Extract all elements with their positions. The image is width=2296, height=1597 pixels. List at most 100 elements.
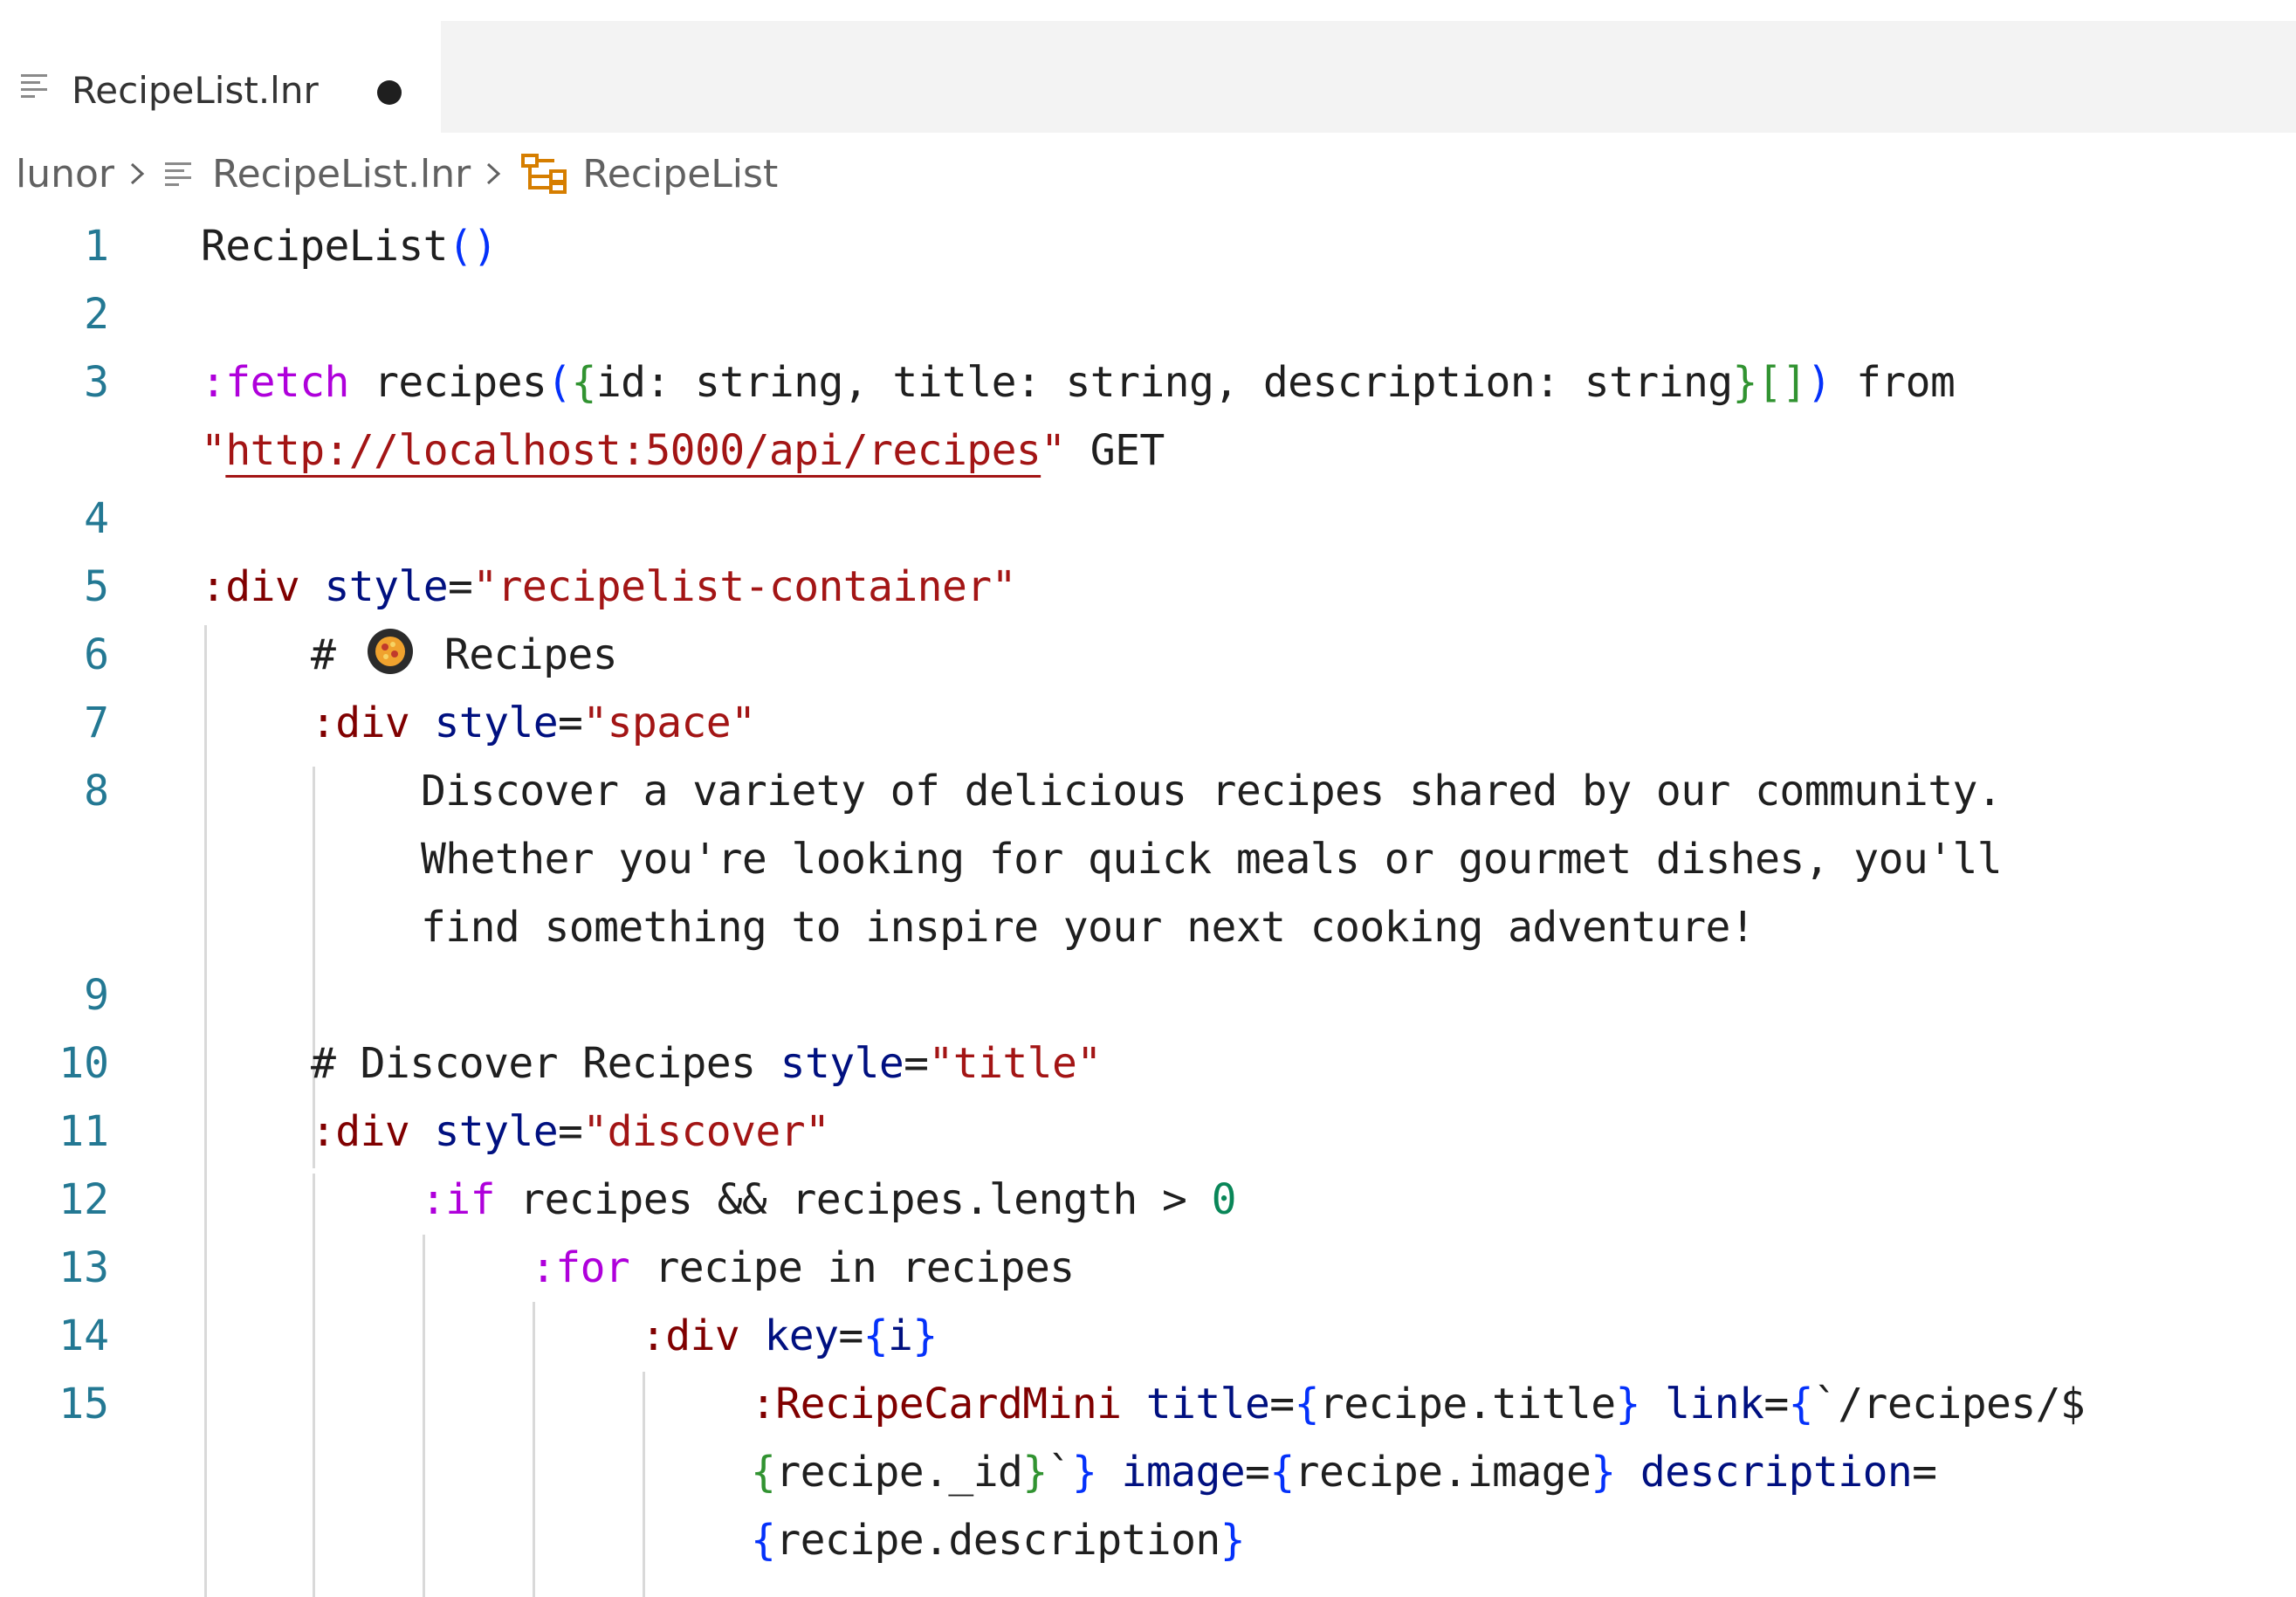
token: = [904, 1039, 929, 1088]
tab-recipelist[interactable]: RecipeList.lnr [0, 21, 441, 133]
tab-bar-empty-area [441, 21, 2296, 133]
code-line-15-wrap-2[interactable]: {recipe.description} [751, 1506, 1246, 1574]
token: id: string, title: string, description: … [595, 358, 1733, 407]
cooking-pan-emoji [367, 629, 413, 674]
token: recipe.title [1318, 1380, 1616, 1428]
token: = [1245, 1448, 1270, 1497]
indent-guide [643, 1372, 645, 1597]
code-line-15-wrap-1[interactable]: {recipe._id}`} image={recipe.image} desc… [751, 1438, 1937, 1506]
token: "recipelist-container" [472, 562, 1016, 611]
token: { [571, 358, 597, 407]
token: recipe.description [775, 1516, 1220, 1565]
token: } [912, 1311, 938, 1360]
code-line-3[interactable]: :fetch recipes({id: string, title: strin… [201, 348, 1956, 416]
token: ` [1047, 1448, 1073, 1497]
line-number: 3 [84, 358, 109, 407]
unsaved-dot-icon[interactable] [377, 80, 402, 105]
code-editor[interactable]: 1 2 3 4 5 6 7 8 9 10 11 12 13 14 15 Reci… [0, 206, 2296, 1597]
code-line-8-wrap-2[interactable]: find something to inspire your next cook… [421, 893, 1756, 961]
token: Recipes [419, 630, 618, 679]
indent-guide [313, 1174, 315, 1597]
code-line-10[interactable]: # Discover Recipes style="title" [311, 1029, 1102, 1098]
code-line-7[interactable]: :div style="space" [311, 689, 756, 757]
tab-label: RecipeList.lnr [72, 69, 319, 112]
token: image [1096, 1448, 1246, 1497]
code-line-8-wrap-1[interactable]: Whether you're looking for quick meals o… [421, 825, 2003, 893]
url-link[interactable]: http://localhost:5000/api/recipes [225, 426, 1041, 475]
token: :div [641, 1311, 740, 1360]
file-lines-icon [165, 162, 192, 186]
token: ) [1806, 358, 1832, 407]
tab-bar: RecipeList.lnr [0, 0, 2296, 133]
token: :div [311, 699, 410, 747]
token: { [1788, 1380, 1814, 1428]
token: { [863, 1311, 889, 1360]
code-line-15[interactable]: :RecipeCardMini title={recipe.title} lin… [751, 1370, 2086, 1438]
token: key [739, 1311, 840, 1360]
line-number: 14 [58, 1311, 109, 1360]
indent-guide [533, 1302, 535, 1597]
token: { [1269, 1448, 1295, 1497]
token: } [1615, 1380, 1641, 1428]
code-line-8[interactable]: Discover a variety of delicious recipes … [421, 757, 2003, 825]
token: recipe._id [775, 1448, 1023, 1497]
token: = [558, 1107, 583, 1156]
token: "discover" [582, 1107, 830, 1156]
token: 0 [1211, 1175, 1237, 1224]
token: # [311, 630, 361, 679]
symbol-class-icon [521, 154, 567, 194]
token: = [1269, 1380, 1295, 1428]
code-line-13[interactable]: :for recipe in recipes [531, 1234, 1075, 1302]
token: recipes && recipes.length > [494, 1175, 1212, 1224]
indent-guide [423, 1235, 425, 1597]
line-number: 9 [84, 971, 109, 1020]
code-line-3-wrap[interactable]: "http://localhost:5000/api/recipes" GET [201, 416, 1165, 485]
line-number: 2 [84, 290, 109, 339]
code-line-12[interactable]: :if recipes && recipes.length > 0 [421, 1166, 1236, 1234]
code-line-14[interactable]: :div key={i} [641, 1302, 938, 1370]
token: { [1294, 1380, 1320, 1428]
token: " [201, 426, 226, 475]
breadcrumb-file[interactable]: RecipeList.lnr [212, 152, 471, 196]
breadcrumb-symbol[interactable]: RecipeList [582, 152, 778, 196]
token: :fetch [201, 358, 349, 407]
token: } [1732, 358, 1758, 407]
line-number: 12 [58, 1175, 109, 1224]
breadcrumb: lunor RecipeList.lnr RecipeList [16, 147, 778, 201]
code-line-11[interactable]: :div style="discover" [311, 1098, 830, 1166]
token: [] [1756, 358, 1807, 407]
line-number: 10 [58, 1039, 109, 1088]
token: = [1763, 1380, 1789, 1428]
chevron-right-icon [131, 162, 145, 185]
token: "space" [582, 699, 756, 747]
code-line-1[interactable]: RecipeList() [201, 212, 498, 280]
token: = [448, 562, 473, 611]
token: i [888, 1311, 913, 1360]
file-lines-icon [21, 74, 47, 98]
token: } [1022, 1448, 1048, 1497]
token: recipe in recipes [629, 1243, 1076, 1292]
code-line-6[interactable]: # Recipes [311, 621, 618, 689]
line-number: 8 [84, 767, 109, 816]
token: style [409, 1107, 559, 1156]
chevron-right-icon [487, 162, 501, 185]
line-number: 1 [84, 222, 109, 271]
token: } [1071, 1448, 1097, 1497]
code-line-5[interactable]: :div style="recipelist-container" [201, 553, 1016, 621]
token: :div [311, 1107, 410, 1156]
token: recipe.image [1294, 1448, 1591, 1497]
token: recipes [348, 358, 547, 407]
breadcrumb-root[interactable]: lunor [16, 152, 114, 196]
token: { [751, 1516, 776, 1565]
token: # Discover Recipes [311, 1039, 780, 1088]
token: RecipeList [201, 222, 449, 271]
token: ( [547, 358, 572, 407]
line-number: 7 [84, 699, 109, 747]
token: :RecipeCardMini [751, 1380, 1122, 1428]
token: } [1591, 1448, 1616, 1497]
token: link [1640, 1380, 1764, 1428]
token: { [751, 1448, 776, 1497]
line-number: 4 [84, 494, 109, 543]
token: :if [421, 1175, 496, 1224]
token: description [1615, 1448, 1913, 1497]
